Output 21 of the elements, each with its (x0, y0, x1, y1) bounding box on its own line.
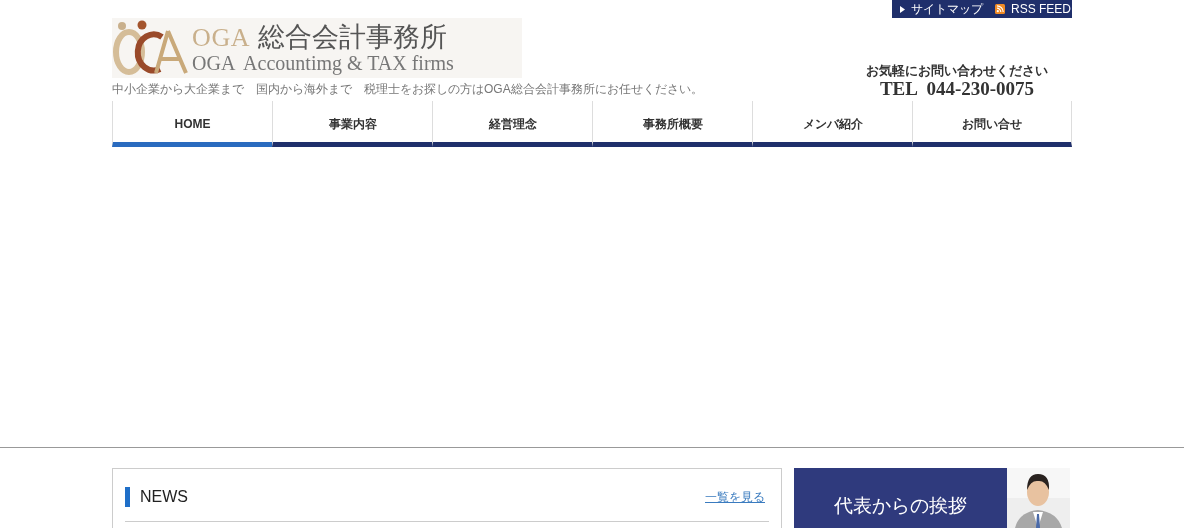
tagline: 中小企業から大企業まで 国内から海外まで 税理士をお探しの方はOGA総合会計事務所にお任せください。 (112, 81, 703, 98)
nav-tab[interactable]: 事務所概要 (592, 101, 752, 147)
greeting-banner[interactable]: 代表からの挨拶 (794, 468, 1070, 528)
nav-tab[interactable]: HOME (112, 101, 272, 147)
logo-name: 総合会計事務所 (258, 23, 448, 51)
logo-subtitle: OGA Accountimg & TAX firms (192, 52, 454, 73)
nav-tab[interactable]: 経営理念 (432, 101, 592, 147)
rss-feed-link[interactable]: RSS FEED (995, 0, 1071, 18)
triangle-icon (900, 5, 905, 13)
rss-icon (995, 4, 1005, 14)
contact-lead: お気軽にお問い合わせください (866, 64, 1048, 77)
nav-tab[interactable]: メンバ紹介 (752, 101, 912, 147)
nav-tab[interactable]: お問い合せ (912, 101, 1072, 147)
nav-tab[interactable]: 事業内容 (272, 101, 432, 147)
view-all-link[interactable]: 一覧を見る (705, 488, 765, 506)
logo-mark-text: OGA (192, 24, 251, 51)
sitemap-link[interactable]: サイトマップ (900, 0, 983, 18)
heading-accent-bar (125, 487, 130, 507)
phone-number: TEL 044-230-0075 (879, 79, 1035, 98)
logo-mark-icon (112, 19, 188, 77)
news-heading: NEWS (140, 487, 188, 507)
